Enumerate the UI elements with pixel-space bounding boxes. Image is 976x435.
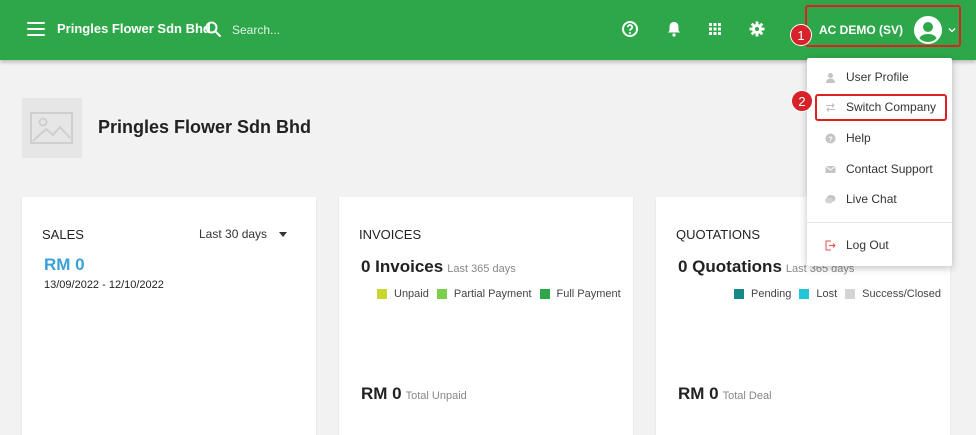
user-icon <box>826 72 835 83</box>
help-circle-icon[interactable] <box>621 20 639 38</box>
legend-item: Unpaid <box>377 288 429 300</box>
invoice-count: 0 Invoices Last 365 days <box>361 257 516 277</box>
period-label: Last 30 days <box>199 227 268 241</box>
company-title: Pringles Flower Sdn Bhd <box>98 117 312 137</box>
caret-down-icon <box>279 231 288 237</box>
sales-amount[interactable]: RM 0 <box>44 255 85 275</box>
help-circle-icon: ? <box>825 133 836 143</box>
invoice-total-value: RM 0 <box>361 384 402 403</box>
user-dropdown-menu: User Profile Switch Company ? Help Conta… <box>807 58 952 266</box>
legend-item: Full Payment <box>539 288 621 300</box>
annotation-badge-1: 1 <box>790 24 812 46</box>
menu-item-log-out[interactable]: Log Out <box>807 233 952 257</box>
legend-swatch <box>377 289 387 299</box>
legend-label: Partial Payment <box>453 288 532 300</box>
legend-label: Unpaid <box>394 288 429 300</box>
legend-item: Success/Closed <box>845 288 941 300</box>
brand-name: Pringles Flower Sdn Bhd <box>57 21 211 36</box>
apps-grid-icon[interactable] <box>706 20 724 38</box>
menu-item-contact-support[interactable]: Contact Support <box>807 157 952 181</box>
menu-toggle-icon[interactable] <box>27 22 45 36</box>
quotation-count-value: 0 Quotations <box>678 257 782 276</box>
card-title: INVOICES <box>359 227 422 242</box>
menu-item-label: Contact Support <box>846 162 933 176</box>
legend-label: Pending <box>751 288 792 300</box>
legend-item: Pending <box>734 288 791 300</box>
invoice-total-label: Total Unpaid <box>405 390 467 402</box>
menu-item-label: User Profile <box>846 70 909 84</box>
legend-swatch <box>799 289 810 299</box>
invoice-count-value: 0 Invoices <box>361 257 444 276</box>
quotation-total-label: Total Deal <box>722 390 772 402</box>
menu-divider <box>807 222 952 223</box>
menu-item-help[interactable]: ? Help <box>807 126 952 150</box>
annotation-badge-2: 2 <box>791 90 813 112</box>
logout-icon <box>825 240 836 250</box>
image-placeholder-icon <box>30 112 73 144</box>
annotation-box-2 <box>815 94 947 121</box>
legend-label: Lost <box>816 288 838 300</box>
legend-swatch <box>734 289 744 299</box>
legend-label: Full Payment <box>556 288 621 300</box>
company-logo-placeholder[interactable] <box>22 98 82 158</box>
menu-item-user-profile[interactable]: User Profile <box>807 65 952 89</box>
annotation-box-1 <box>805 5 961 47</box>
legend-label: Success/Closed <box>862 288 942 300</box>
bell-icon[interactable] <box>665 20 683 38</box>
legend-item: Partial Payment <box>436 288 532 300</box>
search-input[interactable] <box>232 20 392 40</box>
svg-text:?: ? <box>828 134 833 143</box>
invoice-total: RM 0 Total Unpaid <box>361 384 467 404</box>
menu-item-label: Help <box>846 131 871 145</box>
sales-card: SALES Last 30 days RM 0 13/09/2022 - 12/… <box>22 197 316 435</box>
legend-swatch <box>845 289 856 299</box>
envelope-icon <box>825 165 836 173</box>
quotation-legend: Pending Lost Success/Closed <box>734 288 949 300</box>
card-title: QUOTATIONS <box>676 227 761 242</box>
card-title: SALES <box>42 227 84 242</box>
legend-swatch <box>436 289 447 299</box>
invoice-count-period: Last 365 days <box>447 263 516 275</box>
chat-bubble-icon <box>825 194 836 203</box>
gear-icon[interactable] <box>748 20 766 38</box>
date-range: 13/09/2022 - 12/10/2022 <box>44 279 164 291</box>
legend-item: Lost <box>799 288 837 300</box>
period-dropdown[interactable]: Last 30 days <box>199 227 288 241</box>
search-icon[interactable] <box>204 20 222 38</box>
invoices-card: INVOICES 0 Invoices Last 365 days Unpaid … <box>339 197 633 435</box>
legend-swatch <box>539 289 550 299</box>
menu-item-label: Live Chat <box>846 192 897 206</box>
quotation-total-value: RM 0 <box>678 384 719 403</box>
quotation-total: RM 0 Total Deal <box>678 384 772 404</box>
menu-item-label: Log Out <box>846 238 889 252</box>
menu-item-live-chat[interactable]: Live Chat <box>807 187 952 211</box>
invoice-legend: Unpaid Partial Payment Full Payment <box>377 288 629 300</box>
